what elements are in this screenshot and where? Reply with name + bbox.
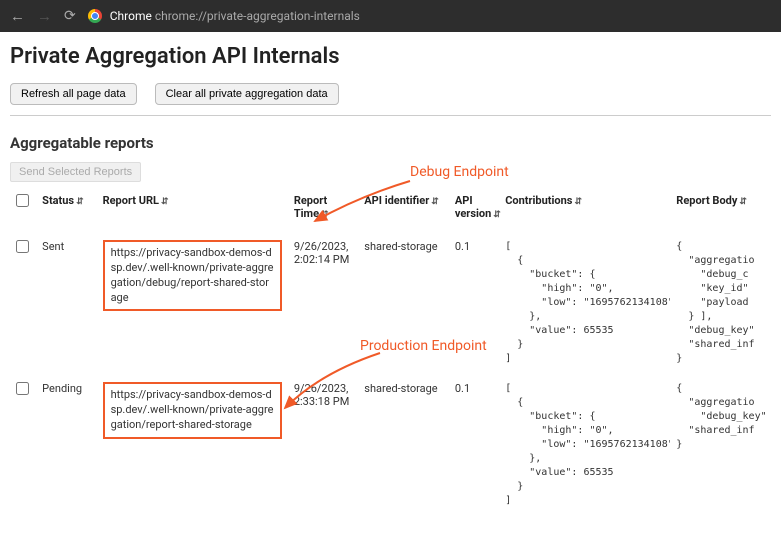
header-buttons: Refresh all page data Clear all private … [10, 83, 771, 105]
reports-table: Status⇵ Report URL⇵ Report Time⇵ API ide… [10, 188, 771, 516]
reports-table-wrap: Debug Endpoint Production Endpoint Statu… [10, 188, 771, 516]
forward-icon[interactable]: → [37, 7, 52, 25]
address-bar[interactable]: Chrome chrome://private-aggregation-inte… [88, 9, 360, 23]
cell-contributions: [ { "bucket": { "high": "0", "low": "169… [499, 232, 670, 374]
url-path: chrome://private-aggregation-internals [155, 9, 360, 23]
row-checkbox[interactable] [16, 382, 29, 395]
sort-icon: ⇵ [739, 197, 747, 207]
col-api[interactable]: API identifier⇵ [358, 188, 449, 232]
sort-icon: ⇵ [431, 197, 439, 207]
col-checkbox [10, 188, 36, 232]
cell-time: 9/26/2023, 2:02:14 PM [288, 232, 358, 374]
cell-version: 0.1 [449, 374, 499, 516]
table-row: Sent https://privacy-sandbox-demos-dsp.d… [10, 232, 771, 374]
cell-time: 9/26/2023, 2:33:18 PM [288, 374, 358, 516]
cell-status: Pending [36, 374, 96, 516]
sort-icon: ⇵ [321, 210, 329, 220]
sort-icon: ⇵ [574, 197, 582, 207]
cell-url: https://privacy-sandbox-demos-dsp.dev/.w… [103, 240, 282, 311]
section-title: Aggregatable reports [10, 134, 771, 152]
url-scheme: Chrome [110, 9, 152, 23]
back-icon[interactable]: ← [10, 7, 25, 25]
row-checkbox[interactable] [16, 240, 29, 253]
clear-button[interactable]: Clear all private aggregation data [155, 83, 339, 105]
col-time[interactable]: Report Time⇵ [288, 188, 358, 232]
cell-api: shared-storage [358, 374, 449, 516]
cell-body: { "aggregatio "debug_key" "shared_inf } [670, 374, 771, 516]
select-all-checkbox[interactable] [16, 194, 29, 207]
table-row: Pending https://privacy-sandbox-demos-ds… [10, 374, 771, 516]
cell-status: Sent [36, 232, 96, 374]
chrome-icon [88, 9, 102, 23]
cell-version: 0.1 [449, 232, 499, 374]
browser-toolbar: ← → ⟳ Chrome chrome://private-aggregatio… [0, 0, 781, 32]
divider [10, 115, 771, 116]
refresh-button[interactable]: Refresh all page data [10, 83, 137, 105]
col-url[interactable]: Report URL⇵ [97, 188, 288, 232]
reload-icon[interactable]: ⟳ [64, 8, 76, 24]
sort-icon: ⇵ [76, 197, 84, 207]
send-selected-button[interactable]: Send Selected Reports [10, 162, 141, 182]
sort-icon: ⇵ [161, 197, 169, 207]
sort-icon: ⇵ [493, 210, 501, 220]
debug-annotation: Debug Endpoint [410, 164, 509, 180]
col-body[interactable]: Report Body⇵ [670, 188, 771, 232]
cell-body: { "aggregatio "debug_c "key_id" "payload… [670, 232, 771, 374]
cell-contributions: [ { "bucket": { "high": "0", "low": "169… [499, 374, 670, 516]
col-version[interactable]: API version⇵ [449, 188, 499, 232]
cell-api: shared-storage [358, 232, 449, 374]
page-content: Private Aggregation API Internals Refres… [0, 32, 781, 528]
cell-url: https://privacy-sandbox-demos-dsp.dev/.w… [103, 382, 282, 439]
col-status[interactable]: Status⇵ [36, 188, 96, 232]
page-title: Private Aggregation API Internals [10, 44, 771, 69]
col-contributions[interactable]: Contributions⇵ [499, 188, 670, 232]
